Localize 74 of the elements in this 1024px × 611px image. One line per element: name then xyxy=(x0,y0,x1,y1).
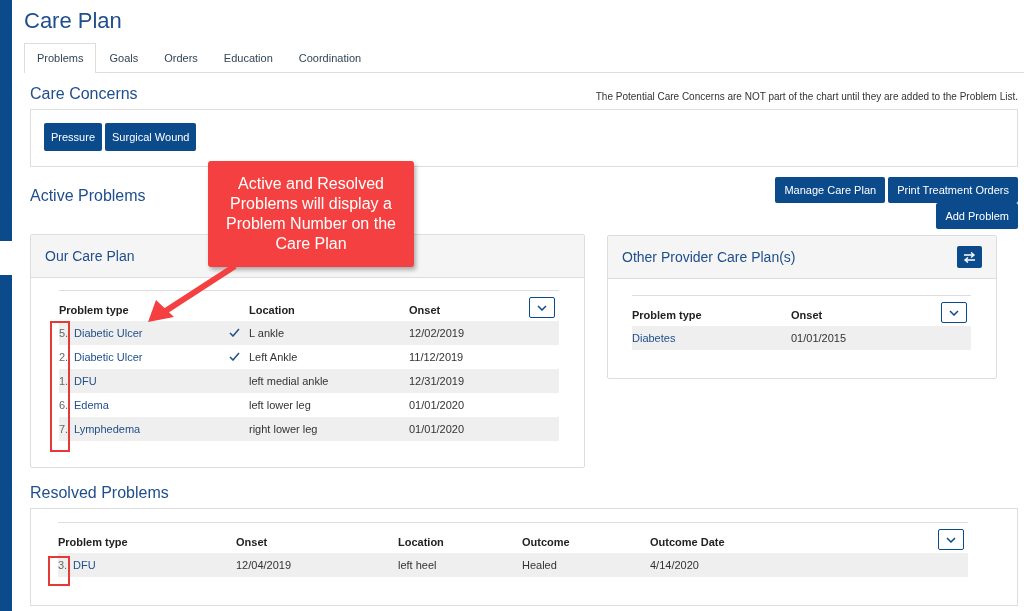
column-header: Location xyxy=(249,304,296,316)
table-cell: Left Ankle xyxy=(249,351,298,363)
table-cell: Healed xyxy=(522,559,557,571)
column-header: Onset xyxy=(791,309,824,321)
swap-arrows-icon xyxy=(963,251,976,263)
table-cell: 11/12/2019 xyxy=(409,351,464,363)
problem-number: 6. xyxy=(59,399,70,411)
table-cell: 12/31/2019 xyxy=(409,375,465,387)
chevron-down-icon xyxy=(949,309,959,316)
tab[interactable]: Coordination xyxy=(285,43,375,72)
table-cell: 01/01/2020 xyxy=(409,423,465,435)
table-cell: left medial ankle xyxy=(249,375,329,387)
column-header: Problem type xyxy=(632,309,703,321)
column-header: Problem type xyxy=(59,304,129,316)
table-cell: 4/14/2020 xyxy=(650,559,699,571)
chevron-down-icon xyxy=(946,536,956,543)
checkmark-icon xyxy=(229,352,240,361)
problem-number: 7. xyxy=(59,423,70,435)
table-cell: left heel xyxy=(398,559,437,571)
section-title: Active Problems xyxy=(30,187,146,205)
callout-box: Active and Resolved Problems will display a Problem Number on the Care Plan xyxy=(208,161,414,267)
column-header: Location xyxy=(398,536,445,548)
table-row[interactable]: 5. Diabetic Ulcer L ankle 12/02/2019 xyxy=(59,321,559,345)
table-row[interactable]: 1. DFU left medial ankle 12/31/2019 xyxy=(59,369,559,393)
chevron-down-icon xyxy=(537,304,547,311)
column-header: Onset xyxy=(236,536,269,548)
problem-link[interactable]: Diabetic Ulcer xyxy=(74,327,143,339)
expand-button[interactable] xyxy=(941,302,967,323)
column-header: Onset xyxy=(409,304,442,316)
section-title: Care Concerns xyxy=(30,85,138,103)
tab[interactable]: Problems xyxy=(24,43,97,73)
problem-number: 3. xyxy=(58,559,69,571)
problem-number: 5. xyxy=(59,327,70,339)
table-cell: 12/02/2019 xyxy=(409,327,465,339)
checkmark-icon xyxy=(229,328,240,337)
info-note: The Potential Care Concerns are NOT part of the chart until they are added to the Problem List. xyxy=(595,91,1018,102)
highlight-frame xyxy=(48,556,70,586)
swap-button[interactable] xyxy=(957,246,982,268)
action-button[interactable]: Add Problem xyxy=(936,203,1018,229)
table-cell: L ankle xyxy=(249,327,285,339)
problem-link[interactable]: DFU xyxy=(74,375,97,387)
concern-button[interactable]: Pressure xyxy=(44,123,103,151)
problem-link[interactable]: Edema xyxy=(74,399,109,411)
table-row[interactable]: 6. Edema left lower leg 01/01/2020 xyxy=(59,393,559,417)
panel-title: Other Provider Care Plan(s) xyxy=(622,249,796,265)
tab[interactable]: Education xyxy=(210,43,286,72)
column-header: Problem type xyxy=(58,536,128,548)
section-title: Resolved Problems xyxy=(30,484,170,502)
problem-link[interactable]: Diabetic Ulcer xyxy=(74,351,143,363)
table-cell: 01/01/2020 xyxy=(409,399,465,411)
problem-link[interactable]: Lymphedema xyxy=(74,423,141,435)
table-cell: right lower leg xyxy=(249,423,318,435)
panel-title: Our Care Plan xyxy=(45,248,135,264)
expand-button[interactable] xyxy=(938,529,964,550)
expand-button[interactable] xyxy=(529,297,555,318)
problem-number: 2. xyxy=(59,351,70,363)
table-cell: left lower leg xyxy=(249,399,311,411)
action-button[interactable]: Print Treatment Orders xyxy=(888,177,1018,203)
column-header: Outcome xyxy=(522,536,571,548)
page-title: Care Plan xyxy=(24,8,123,34)
tab[interactable]: Goals xyxy=(96,43,152,72)
table-cell: 12/04/2019 xyxy=(236,559,292,571)
tab[interactable]: Orders xyxy=(151,43,211,72)
table-cell: 01/01/2015 xyxy=(791,332,847,344)
problem-number: 1. xyxy=(59,375,70,387)
problem-link[interactable]: DFU xyxy=(73,559,96,571)
problem-link[interactable]: Diabetes xyxy=(632,332,676,344)
table-row[interactable]: 3. DFU 12/04/2019 left heel Healed 4/14/2020 xyxy=(58,553,968,577)
column-header: Outcome Date xyxy=(650,536,726,548)
table-row[interactable]: Diabetes 01/01/2015 xyxy=(632,326,971,350)
table-row[interactable]: 7. Lymphedema right lower leg 01/01/2020 xyxy=(59,417,559,441)
concern-button[interactable]: Surgical Wound xyxy=(105,123,197,151)
table-row[interactable]: 2. Diabetic Ulcer Left Ankle 11/12/2019 xyxy=(59,345,559,369)
action-button[interactable]: Manage Care Plan xyxy=(775,177,886,203)
